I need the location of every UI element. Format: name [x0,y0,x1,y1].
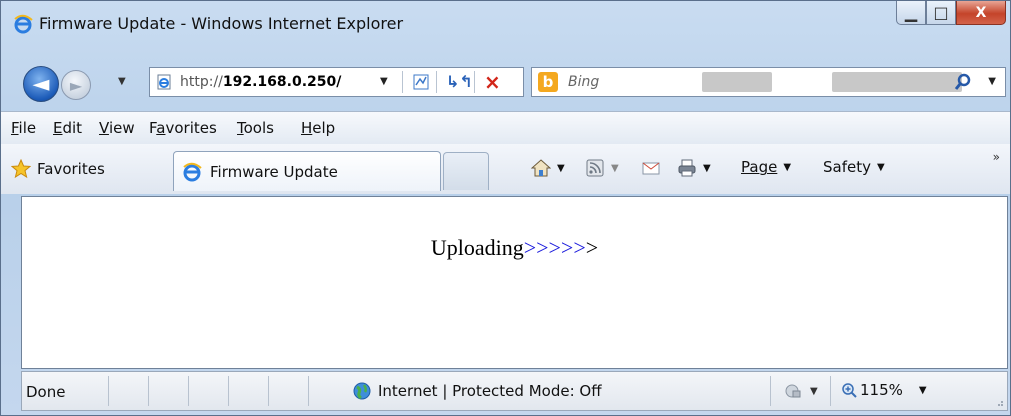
forward-icon: ► [69,75,83,95]
blurred-region [832,72,962,92]
page-menu-button[interactable]: Page ▼ [741,158,791,176]
home-button[interactable]: ▼ [531,158,565,178]
bing-icon: b [538,72,558,92]
more-commands-button[interactable]: » [993,150,1000,164]
menu-bar: File Edit View Favorites Tools Help [1,111,1010,145]
security-zone[interactable]: Internet | Protected Mode: Off [352,381,602,401]
tab-label: Firmware Update [210,163,338,181]
close-button[interactable]: X [956,1,1006,25]
command-bar: Favorites Firmware Update ▼ ▼ ▼ Page ▼ S… [1,144,1010,194]
zoom-button[interactable]: 115% ▼ [840,381,927,399]
stop-icon[interactable]: × [484,70,501,94]
home-icon [531,159,551,177]
address-divider [474,71,475,93]
menu-file[interactable]: File [11,119,36,137]
back-button[interactable]: ◄ [23,66,59,102]
protected-mode-icon [785,384,801,398]
page-content: Uploading>>>>>> [21,196,1008,369]
tab-firmware-update[interactable]: Firmware Update [173,151,441,191]
upload-status-text: Uploading [430,235,524,260]
menu-edit[interactable]: Edit [53,119,82,137]
menu-help[interactable]: Help [301,119,335,137]
address-bar[interactable]: http://192.168.0.250/ ▼ ↳↰ × [149,67,524,97]
upload-progress-arrows: >>>>> [523,235,586,260]
status-divider [830,376,831,406]
mail-icon [642,162,660,175]
feeds-button[interactable]: ▼ [585,158,619,178]
minimize-button[interactable]: ▁ [896,1,926,25]
title-bar: Firmware Update - Windows Internet Explo… [1,1,1010,57]
star-icon [11,159,31,179]
upload-status: Uploading>>>>>> [22,235,1007,261]
status-divider [188,376,189,406]
status-bar: Done Internet | Protected Mode: Off ▼ 11… [21,371,1008,411]
safety-menu-label: Safety [823,158,871,176]
resize-grip-icon[interactable] [994,397,1004,407]
status-divider [770,376,771,406]
window-title: Firmware Update - Windows Internet Explo… [39,14,404,33]
maximize-icon: □ [933,3,949,22]
address-divider [436,71,437,93]
favorites-label: Favorites [37,160,105,178]
zoom-icon [842,383,857,398]
search-input[interactable]: Bing [568,74,599,90]
caption-buttons: ▁ □ X [896,1,1006,27]
search-icon[interactable] [953,72,973,92]
globe-icon [353,382,371,400]
new-tab-button[interactable] [443,152,489,190]
maximize-button[interactable]: □ [926,1,956,25]
blurred-region [702,72,772,92]
status-divider [228,376,229,406]
ie-logo-icon [183,162,202,182]
ie-logo-icon [14,14,33,34]
address-dropdown[interactable]: ▼ [380,76,388,87]
minimize-icon: ▁ [904,3,918,22]
recent-pages-dropdown[interactable]: ▼ [118,76,126,87]
status-divider [308,376,309,406]
address-input[interactable]: http://192.168.0.250/ [180,74,341,90]
favorites-button[interactable]: Favorites [11,156,105,182]
search-options-dropdown[interactable]: ▼ [988,76,996,87]
back-icon: ◄ [32,71,50,97]
protected-mode-button[interactable]: ▼ [784,382,818,400]
safety-menu-button[interactable]: Safety ▼ [823,158,885,176]
menu-favorites[interactable]: Favorites [149,119,217,137]
address-divider [402,71,403,93]
status-text: Done [26,383,66,401]
read-mail-button[interactable] [641,158,661,178]
security-zone-label: Internet | Protected Mode: Off [378,382,602,400]
feeds-icon [586,159,604,177]
close-icon: X [975,4,987,21]
browser-window: Firmware Update - Windows Internet Explo… [0,0,1011,416]
print-button[interactable]: ▼ [677,158,711,178]
search-box[interactable]: b Bing ▼ [531,67,1006,97]
menu-tools[interactable]: Tools [237,119,274,137]
zoom-level: 115% [860,381,903,399]
upload-progress-tail: > [585,235,599,260]
refresh-icon[interactable]: ↳↰ [446,72,473,91]
navigation-bar: ◄ ► ▼ http://192.168.0.250/ ▼ ↳↰ × b Bin… [1,58,1010,108]
forward-button[interactable]: ► [61,70,91,100]
menu-view[interactable]: View [99,119,135,137]
page-icon [157,74,171,90]
page-menu-label: Page [741,158,778,176]
status-divider [148,376,149,406]
status-divider [268,376,269,406]
status-divider [108,376,109,406]
print-icon [678,159,696,177]
compatibility-icon[interactable] [412,73,430,91]
